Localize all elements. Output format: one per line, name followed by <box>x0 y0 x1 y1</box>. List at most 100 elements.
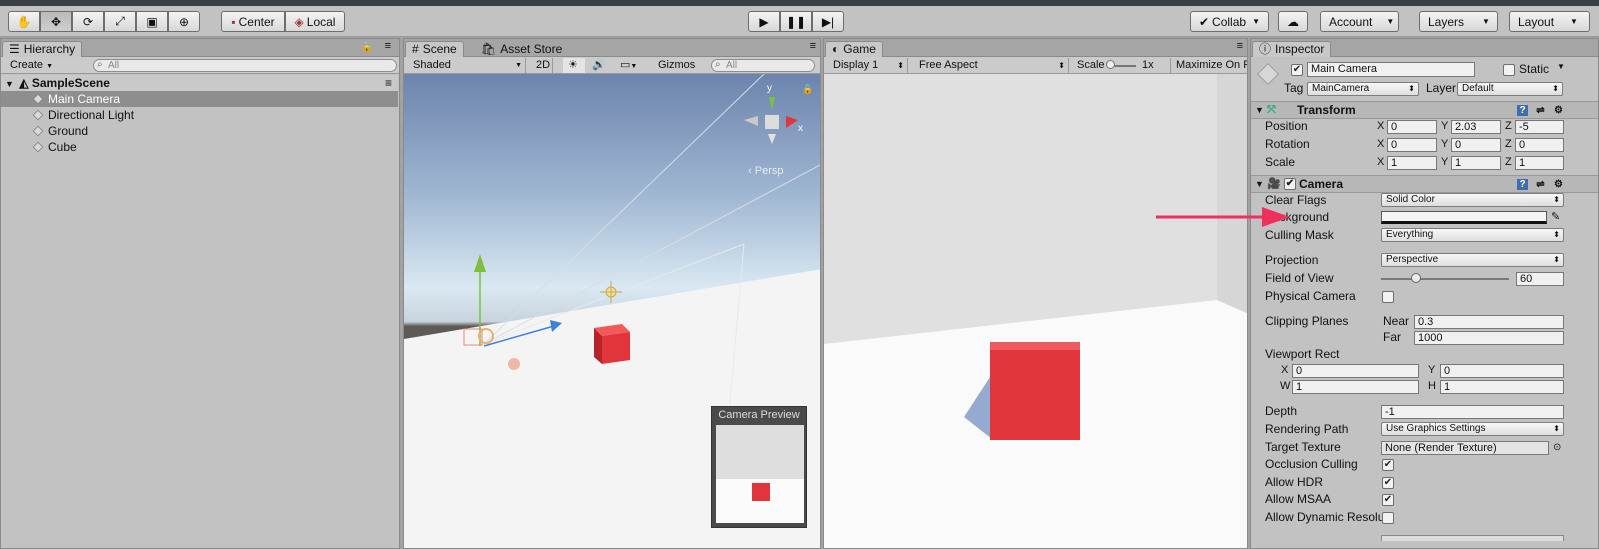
occlusion-checkbox[interactable]: ✔ <box>1382 459 1394 471</box>
hierarchy-item[interactable]: Directional Light <box>1 107 398 123</box>
tag-dropdown[interactable]: MainCamera <box>1307 82 1419 96</box>
hierarchy-search-input[interactable]: All <box>93 59 397 72</box>
layout-button[interactable]: Layout ▼ <box>1509 11 1590 32</box>
hierarchy-item[interactable]: Ground <box>1 123 398 139</box>
rendering-path-dropdown[interactable]: Use Graphics Settings <box>1381 422 1564 436</box>
help-icon[interactable]: ? <box>1517 105 1528 116</box>
panel-menu-icon[interactable]: ≡ <box>1237 40 1243 52</box>
fov-slider-track[interactable] <box>1381 278 1509 280</box>
object-picker-icon[interactable]: ⊙ <box>1553 439 1561 456</box>
pivot-local-button[interactable]: ◈ Local <box>285 11 345 32</box>
display-dropdown[interactable]: Display 1 ⬍ <box>828 58 908 73</box>
cube-object[interactable] <box>594 324 630 364</box>
create-dropdown[interactable]: Create ▼ <box>5 58 53 73</box>
camera-enabled-checkbox[interactable]: ✔ <box>1284 178 1296 190</box>
clear-flags-dropdown[interactable]: Solid Color <box>1381 193 1564 207</box>
orientation-gizmo[interactable]: y x 🔒 <box>736 82 816 162</box>
far-field[interactable]: 1000 <box>1414 331 1564 345</box>
gizmo-y-cone[interactable] <box>769 97 775 110</box>
rect-icon[interactable]: ▣ <box>136 11 168 32</box>
transform-y-field[interactable]: 2.03 <box>1451 120 1501 134</box>
gizmo-neg-y-cone[interactable] <box>768 134 776 144</box>
preset-icon[interactable]: ⇌ <box>1535 179 1546 190</box>
pause-icon[interactable]: ❚❚ <box>780 11 812 32</box>
rotate-icon[interactable]: ⟳ <box>72 11 104 32</box>
target-texture-field[interactable]: None (Render Texture) <box>1381 441 1549 455</box>
viewport-h-field[interactable]: 1 <box>1440 380 1564 394</box>
effects-icon[interactable]: ▭▼ <box>615 58 643 73</box>
layers-button[interactable]: Layers ▼ <box>1419 11 1498 32</box>
gizmo-center-cube[interactable] <box>765 115 779 129</box>
tab-game[interactable]: ◐ Game <box>825 41 883 57</box>
fov-field[interactable]: 60 <box>1516 272 1564 286</box>
transform-y-field[interactable]: 1 <box>1451 156 1501 170</box>
tab-asset-store[interactable]: 🛍 Asset Store <box>474 41 569 57</box>
transform-z-field[interactable]: -5 <box>1515 120 1564 134</box>
help-icon[interactable]: ? <box>1517 179 1528 190</box>
msaa-checkbox[interactable]: ✔ <box>1382 494 1394 506</box>
expand-arrow-icon[interactable]: ▼ <box>1255 102 1264 119</box>
transform-z-field[interactable]: 1 <box>1515 156 1564 170</box>
projection-label[interactable]: ‹ Persp <box>748 165 783 177</box>
aspect-dropdown[interactable]: Free Aspect ⬍ <box>914 58 1069 73</box>
play-icon[interactable]: ▶ <box>748 11 780 32</box>
transform-x-field[interactable]: 0 <box>1387 138 1437 152</box>
depth-field[interactable]: -1 <box>1381 405 1564 419</box>
scene-menu-icon[interactable]: ≡ <box>385 75 392 91</box>
eyedropper-icon[interactable]: ✎ <box>1551 209 1560 226</box>
expand-arrow-icon[interactable]: ▼ <box>5 79 14 89</box>
hierarchy-item[interactable]: Main Camera <box>1 91 398 107</box>
active-checkbox[interactable]: ✔ <box>1291 64 1303 76</box>
transform-x-field[interactable]: 0 <box>1387 120 1437 134</box>
maximize-on-play-toggle[interactable]: Maximize On Pl <box>1170 58 1247 73</box>
gizmo-x-cone[interactable] <box>786 116 798 128</box>
pivot-center-button[interactable]: ▪ Center <box>221 11 285 32</box>
fov-slider-thumb[interactable] <box>1410 273 1421 283</box>
scene-search-input[interactable]: All <box>711 59 815 72</box>
step-icon[interactable]: ▶| <box>812 11 844 32</box>
gizmos-dropdown[interactable]: Gizmos ▼ <box>653 58 705 85</box>
transform-y-field[interactable]: 0 <box>1451 138 1501 152</box>
move-icon[interactable]: ✥ <box>40 11 72 32</box>
lock-icon[interactable]: 🔒 <box>361 42 373 53</box>
panel-menu-icon[interactable]: ≡ <box>810 40 816 52</box>
gear-icon[interactable]: ⚙ <box>1553 105 1564 116</box>
near-field[interactable]: 0.3 <box>1414 315 1564 329</box>
lock-icon[interactable]: 🔒 <box>802 84 813 95</box>
viewport-x-field[interactable]: 0 <box>1292 364 1419 378</box>
transform-icon[interactable]: ⊕ <box>168 11 200 32</box>
hierarchy-item[interactable]: Cube <box>1 139 398 155</box>
collab-button[interactable]: ✔ Collab ▼ <box>1190 11 1269 32</box>
hand-icon[interactable]: ✋ <box>8 11 40 32</box>
audio-icon[interactable]: 🔊 <box>587 58 609 73</box>
hdr-checkbox[interactable]: ✔ <box>1382 477 1394 489</box>
y-arrow-icon[interactable] <box>474 254 486 272</box>
transform-x-field[interactable]: 1 <box>1387 156 1437 170</box>
account-button[interactable]: Account ▼ <box>1320 11 1399 32</box>
object-name-field[interactable]: Main Camera <box>1307 62 1475 77</box>
transform-header[interactable]: ▼ ⤧ Transform ? ⇌ ⚙ <box>1251 101 1598 119</box>
viewport-w-field[interactable]: 1 <box>1292 380 1419 394</box>
gear-icon[interactable]: ⚙ <box>1553 179 1564 190</box>
tab-inspector[interactable]: ⓘ Inspector <box>1252 41 1332 57</box>
projection-dropdown[interactable]: Perspective <box>1381 253 1564 267</box>
background-color-field[interactable] <box>1381 211 1547 224</box>
lighting-icon[interactable]: ☀ <box>563 58 585 73</box>
scene-row[interactable]: ▼ ◭ SampleScene ≡ <box>1 75 398 91</box>
scale-slider-thumb[interactable] <box>1106 60 1115 69</box>
chevron-down-icon[interactable]: ▼ <box>1557 62 1565 71</box>
camera-header[interactable]: ▼ 🎥 ✔ Camera ? ⇌ ⚙ <box>1251 175 1598 193</box>
cloud-icon[interactable]: ☁ <box>1278 11 1308 32</box>
scene-viewport[interactable]: y x 🔒 ‹ Persp Camera Preview <box>404 74 820 548</box>
gizmo-neg-x-cone[interactable] <box>744 116 758 126</box>
toggle-2d-button[interactable]: 2D <box>531 58 553 73</box>
tab-scene[interactable]: # Scene <box>405 41 464 57</box>
scale-icon[interactable]: ⤢ <box>104 11 136 32</box>
preset-icon[interactable]: ⇌ <box>1535 105 1546 116</box>
dynamic-resolution-checkbox[interactable] <box>1382 512 1394 524</box>
layer-dropdown[interactable]: Default <box>1457 82 1563 96</box>
shading-dropdown[interactable]: Shaded ▼ <box>408 58 526 73</box>
tab-hierarchy[interactable]: ☰ Hierarchy <box>2 41 83 57</box>
scale-slider[interactable]: Scale 1x <box>1072 58 1170 73</box>
viewport-y-field[interactable]: 0 <box>1440 364 1564 378</box>
